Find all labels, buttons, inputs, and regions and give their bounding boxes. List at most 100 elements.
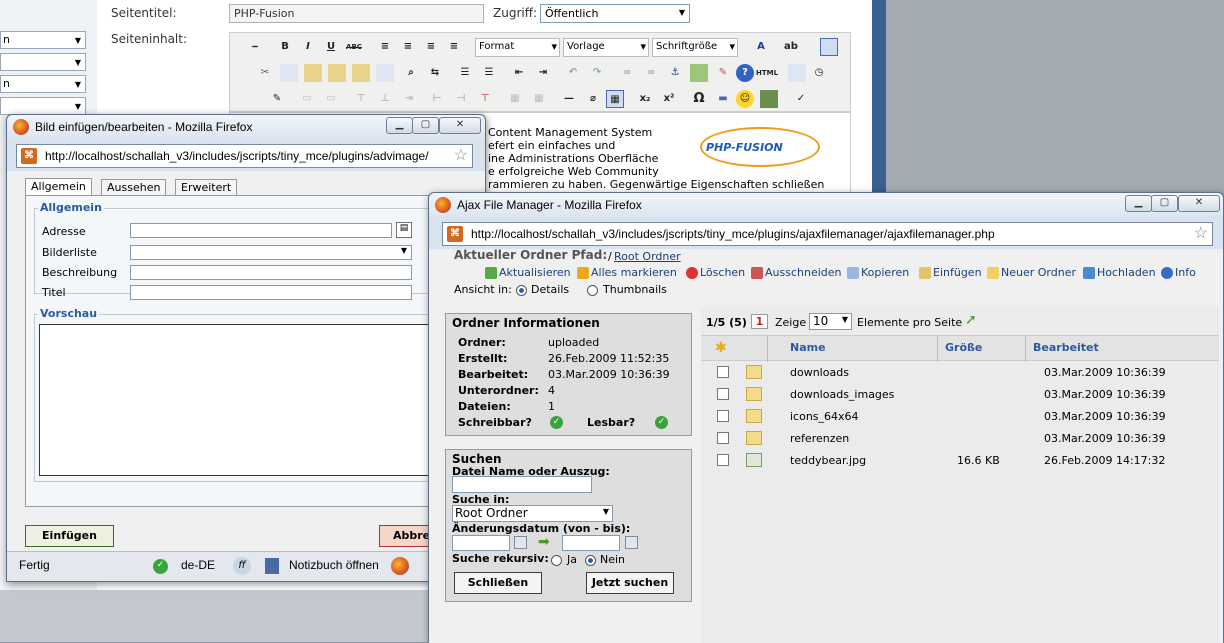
action-copy[interactable]: Kopieren <box>847 266 909 279</box>
media-icon[interactable]: ▬ <box>714 90 732 108</box>
image-dialog-titlebar[interactable]: Bild einfügen/bearbeiten - Mozilla Firef… <box>7 115 485 139</box>
search-name-input[interactable] <box>452 476 592 493</box>
titel-input[interactable] <box>130 285 412 300</box>
col-before-icon[interactable]: ⊢ <box>428 90 446 108</box>
per-page-select[interactable]: 10 ▼ <box>809 313 852 330</box>
calendar-icon[interactable] <box>625 536 638 549</box>
row-checkbox[interactable] <box>717 388 729 400</box>
table-row[interactable]: referenzen 03.Mar.2009 10:36:39 <box>701 428 1219 450</box>
table-row[interactable]: downloads 03.Mar.2009 10:36:39 <box>701 362 1219 384</box>
delete-col-icon[interactable]: ⊤ <box>476 90 494 108</box>
close-button[interactable]: ✕ <box>1178 195 1220 212</box>
bold-button[interactable]: B <box>276 38 294 56</box>
vorlage-select[interactable]: Vorlage <box>563 38 649 57</box>
superscript-button[interactable]: x² <box>660 90 678 108</box>
paste-text-icon[interactable] <box>328 64 346 82</box>
insert-button[interactable]: Einfügen <box>25 525 114 547</box>
go-arrow-icon[interactable]: ➚ <box>965 312 977 328</box>
insert-date-icon[interactable] <box>788 64 806 82</box>
delete-row-icon[interactable]: ⇥ <box>400 90 418 108</box>
minimize-button[interactable]: ▁ <box>386 117 413 134</box>
notebook-icon[interactable] <box>265 558 279 574</box>
cut-icon[interactable]: ✂ <box>256 64 274 82</box>
align-right-icon[interactable]: ≡ <box>422 38 440 56</box>
format-select[interactable]: Format <box>475 38 560 57</box>
col-name-header[interactable]: Name <box>790 341 826 354</box>
col-modified-header[interactable]: Bearbeitet <box>1033 341 1099 354</box>
search-in-select[interactable]: Root Ordner ▼ <box>452 505 613 522</box>
calendar-icon[interactable] <box>514 536 527 549</box>
table-row[interactable]: downloads_images 03.Mar.2009 10:36:39 <box>701 384 1219 406</box>
table-cell-props-icon[interactable]: ▭ <box>322 90 340 108</box>
align-center-icon[interactable]: ≡ <box>399 38 417 56</box>
select-all-star-icon[interactable]: ✱ <box>715 340 727 356</box>
action-paste[interactable]: Einfügen <box>919 266 982 279</box>
action-delete[interactable]: Löschen <box>686 266 745 279</box>
text-color-icon[interactable]: A <box>752 38 770 56</box>
redo-icon[interactable]: ↷ <box>588 64 606 82</box>
row-before-icon[interactable]: ⊤ <box>352 90 370 108</box>
copy-icon[interactable] <box>280 64 298 82</box>
row-after-icon[interactable]: ⊥ <box>376 90 394 108</box>
merge-cells-icon[interactable]: ▦ <box>530 90 548 108</box>
notebook-link[interactable]: Notizbuch öffnen <box>289 558 379 572</box>
radio-recursive-yes[interactable] <box>551 555 562 566</box>
cleanup-icon[interactable]: ✎ <box>714 64 732 82</box>
charmap-button[interactable]: Ω <box>690 90 708 108</box>
undo-icon[interactable]: ↶ <box>564 64 582 82</box>
align-justify-icon[interactable]: ≡ <box>445 38 463 56</box>
html-source-button[interactable]: HTML <box>756 64 778 82</box>
tab-erweitert[interactable]: Erweitert <box>175 179 238 196</box>
radio-thumbnails[interactable] <box>587 285 598 296</box>
root-folder-link[interactable]: Root Ordner <box>614 250 681 263</box>
sidebar-select-4[interactable] <box>0 97 86 115</box>
remove-format-icon[interactable]: ⌀ <box>584 90 602 108</box>
row-checkbox[interactable] <box>717 432 729 444</box>
search-now-button[interactable]: Jetzt suchen <box>586 572 674 594</box>
font-icon[interactable]: ff <box>233 557 251 575</box>
paste-word-icon[interactable] <box>352 64 370 82</box>
pager-page-1[interactable]: 1 <box>751 314 768 329</box>
help-icon[interactable]: ? <box>736 64 754 82</box>
replace-icon[interactable]: ⇆ <box>426 64 444 82</box>
spellcheck-icon[interactable]: ✓ <box>792 90 810 108</box>
highlight-icon[interactable]: ab <box>782 38 800 56</box>
date-to-input[interactable] <box>562 535 620 551</box>
styleprops-icon[interactable]: ✎ <box>268 90 286 108</box>
tab-aussehen[interactable]: Aussehen <box>101 179 167 196</box>
action-refresh[interactable]: Aktualisieren <box>485 266 571 279</box>
row-checkbox[interactable] <box>717 366 729 378</box>
sidebar-select-1[interactable]: n <box>0 31 86 49</box>
insert-time-icon[interactable]: ◷ <box>810 64 828 82</box>
row-checkbox[interactable] <box>717 410 729 422</box>
adresse-input[interactable] <box>130 223 392 238</box>
action-new-folder[interactable]: Neuer Ordner <box>987 266 1076 279</box>
strike-button[interactable]: ABC <box>345 38 363 56</box>
anchor-icon[interactable]: ⚓ <box>666 64 684 82</box>
radio-recursive-no[interactable] <box>585 555 596 566</box>
table-row[interactable]: icons_64x64 03.Mar.2009 10:36:39 <box>701 406 1219 428</box>
col-size-header[interactable]: Größe <box>945 341 982 354</box>
file-manager-titlebar[interactable]: Ajax File Manager - Mozilla Firefox ▁ ▢ … <box>429 193 1223 217</box>
find-icon[interactable]: ⌕ <box>402 64 420 82</box>
maximize-button[interactable]: ▢ <box>412 117 439 134</box>
cancel-button[interactable]: Abbre <box>379 525 430 547</box>
horizontal-rule-icon[interactable]: — <box>560 90 578 108</box>
emoticon-icon[interactable]: ☺ <box>736 90 754 108</box>
close-search-button[interactable]: Schließen <box>454 572 542 594</box>
film-icon[interactable] <box>760 90 778 108</box>
bilderliste-select[interactable]: ▼ <box>130 245 412 260</box>
action-select-all[interactable]: Alles markieren <box>577 266 677 279</box>
seitentitel-input[interactable]: PHP-Fusion <box>229 4 484 23</box>
date-from-input[interactable] <box>452 535 510 551</box>
italic-button[interactable]: I <box>299 38 317 56</box>
col-after-icon[interactable]: ⊣ <box>452 90 470 108</box>
sidebar-select-3[interactable]: n <box>0 75 86 93</box>
browse-icon[interactable]: ▤ <box>396 222 412 238</box>
tab-allgemein[interactable]: Allgemein <box>25 178 92 196</box>
align-left-icon[interactable]: ≡ <box>376 38 394 56</box>
sidebar-select-2[interactable] <box>0 53 86 71</box>
zugriff-select[interactable]: Öffentlich <box>540 4 690 23</box>
fullscreen-icon[interactable] <box>820 38 838 56</box>
file-manager-urlbar[interactable]: ⌘ http://localhost/schallah_v3/includes/… <box>442 222 1213 246</box>
